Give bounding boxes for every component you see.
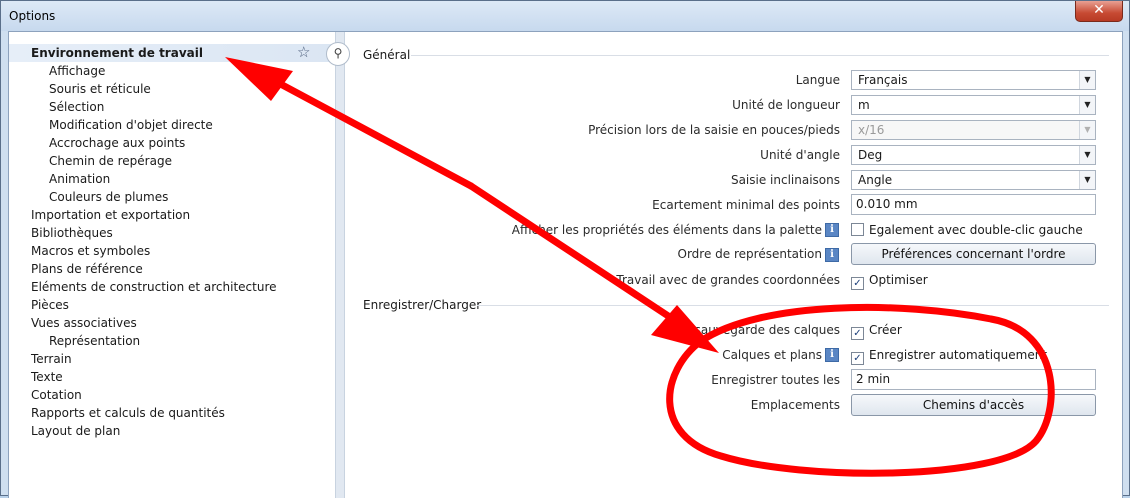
star-arrow-icon[interactable]: ☆ (297, 43, 310, 61)
chevron-down-icon[interactable]: ▼ (1079, 146, 1095, 164)
tree-item[interactable]: Couleurs de plumes (9, 188, 334, 206)
section-general-title: Général (363, 48, 411, 62)
info-icon[interactable]: i (825, 248, 839, 262)
tree-item[interactable]: Chemin de repérage (9, 152, 334, 170)
chevron-down-icon[interactable]: ▼ (1079, 71, 1095, 89)
section-save-load-title: Enregistrer/Charger (363, 298, 482, 312)
tree-item[interactable]: Importation et exportation (9, 206, 334, 224)
enregistrer-auto-checkbox[interactable]: ✓ (851, 352, 864, 365)
tree-item[interactable]: Bibliothèques (9, 224, 334, 242)
double-clic-checkbox[interactable] (851, 223, 864, 236)
search-button[interactable]: ⚲ (326, 42, 350, 66)
optimiser-checkbox-label: Optimiser (869, 273, 928, 287)
tree-item[interactable]: Pièces (9, 296, 334, 314)
close-icon: ✕ (1093, 2, 1105, 18)
window-title: Options (9, 9, 56, 23)
section-save-load-divider (477, 305, 1109, 306)
info-icon[interactable]: i (825, 348, 839, 362)
creer-checkbox[interactable]: ✓ (851, 327, 864, 340)
precision-label: Précision lors de la saisie en pouces/pi… (588, 123, 840, 137)
chevron-down-icon: ▼ (1079, 121, 1095, 139)
tree-item[interactable]: Macros et symboles (9, 242, 334, 260)
tree-item[interactable]: Sélection (9, 98, 334, 116)
creer-checkbox-label: Créer (869, 323, 902, 337)
panel-splitter[interactable] (335, 32, 345, 498)
optimiser-checkbox-row[interactable]: ✓ Optimiser (851, 270, 928, 290)
langue-label: Langue (795, 73, 840, 87)
tree-item[interactable]: Plans de référence (9, 260, 334, 278)
unite-longueur-value: m (858, 98, 870, 112)
enregistrer-auto-checkbox-row[interactable]: ✓ Enregistrer automatiquement (851, 345, 1047, 365)
options-client-area: Environnement de travail Affichage Souris … (8, 31, 1123, 498)
tree-item[interactable]: Accrochage aux points (9, 134, 334, 152)
tree-item[interactable]: Terrain (9, 350, 334, 368)
sauvegarde-calques-label: ...sauvegarde des calques (683, 323, 840, 337)
preferences-ordre-button[interactable]: Préférences concernant l'ordre (851, 243, 1096, 265)
chemins-acces-button[interactable]: Chemins d'accès (851, 394, 1096, 416)
unite-longueur-label: Unité de longueur (732, 98, 840, 112)
options-category-tree: Environnement de travail Affichage Souris … (9, 44, 334, 440)
close-button[interactable]: ✕ (1075, 1, 1123, 22)
ecartement-input[interactable]: 0.010 mm (851, 194, 1096, 215)
tree-item[interactable]: Texte (9, 368, 334, 386)
tree-item[interactable]: Cotation (9, 386, 334, 404)
emplacements-label: Emplacements (750, 398, 840, 412)
double-clic-checkbox-row[interactable]: Egalement avec double-clic gauche (851, 220, 1083, 240)
unite-angle-select[interactable]: Deg ▼ (851, 145, 1096, 165)
optimiser-checkbox[interactable]: ✓ (851, 277, 864, 290)
tree-item[interactable]: Affichage (9, 62, 334, 80)
tree-item[interactable]: Rapports et calculs de quantités (9, 404, 334, 422)
precision-value: x/16 (858, 123, 885, 137)
creer-checkbox-row[interactable]: ✓ Créer (851, 320, 902, 340)
unite-longueur-select[interactable]: m ▼ (851, 95, 1096, 115)
options-window: Options ✕ Environnement de travail Affich… (0, 0, 1130, 498)
chevron-down-icon[interactable]: ▼ (1079, 96, 1095, 114)
ordre-label: Ordre de représentation (677, 247, 822, 261)
enregistrer-auto-checkbox-label: Enregistrer automatiquement (869, 348, 1048, 362)
langue-value: Français (858, 73, 908, 87)
unite-angle-value: Deg (858, 148, 883, 162)
enregistrer-toutes-input[interactable]: 2 min (851, 369, 1096, 390)
tree-item[interactable]: Animation (9, 170, 334, 188)
title-bar[interactable]: Options ✕ (1, 1, 1129, 31)
tree-item[interactable]: Représentation (9, 332, 334, 350)
saisie-inclinaisons-value: Angle (858, 173, 893, 187)
calques-plans-label: Calques et plans (722, 348, 822, 362)
section-general-divider (411, 55, 1109, 56)
langue-select[interactable]: Français ▼ (851, 70, 1096, 90)
saisie-inclinaisons-label: Saisie inclinaisons (730, 173, 840, 187)
precision-select: x/16 ▼ (851, 120, 1096, 140)
double-clic-checkbox-label: Egalement avec double-clic gauche (869, 223, 1083, 237)
chevron-down-icon[interactable]: ▼ (1079, 171, 1095, 189)
unite-angle-label: Unité d'angle (760, 148, 840, 162)
tree-item-selected[interactable]: Environnement de travail (9, 44, 331, 62)
afficher-proprietes-label: Afficher les propriétés des éléments dan… (511, 223, 822, 237)
enregistrer-toutes-label: Enregistrer toutes les (711, 373, 840, 387)
magnifier-icon: ⚲ (333, 46, 343, 60)
tree-item[interactable]: Souris et réticule (9, 80, 334, 98)
tree-item[interactable]: Vues associatives (9, 314, 334, 332)
tree-item[interactable]: Layout de plan (9, 422, 334, 440)
saisie-inclinaisons-select[interactable]: Angle ▼ (851, 170, 1096, 190)
ecartement-label: Ecartement minimal des points (652, 198, 840, 212)
tree-item[interactable]: Modification d'objet directe (9, 116, 334, 134)
tree-item[interactable]: Eléments de construction et architecture (9, 278, 334, 296)
coordonnees-label: Travail avec de grandes coordonnées (616, 273, 840, 287)
info-icon[interactable]: i (825, 223, 839, 237)
